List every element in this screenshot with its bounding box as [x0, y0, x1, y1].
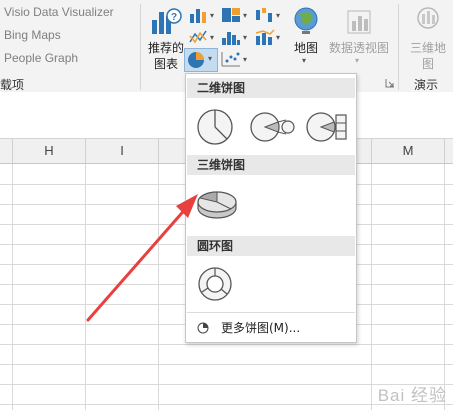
- watermark: Bai 经验: [377, 386, 447, 405]
- maps-label: 地图: [293, 41, 318, 55]
- column-header[interactable]: [0, 139, 13, 163]
- ribbon-separator: [398, 4, 399, 90]
- recommended-charts-label-1: 推荐的: [147, 41, 184, 55]
- threed-map-icon[interactable]: [414, 6, 442, 36]
- red-arrow-annotation: [86, 194, 198, 322]
- pivot-chart-label: 数据透视图: [328, 41, 389, 55]
- addins-group-label: 载项: [0, 78, 25, 92]
- pivot-chart-icon[interactable]: [345, 8, 373, 36]
- hierarchy-chart-icon[interactable]: [220, 6, 242, 24]
- menu-separator: [187, 312, 355, 313]
- pie-of-pie-icon[interactable]: [248, 106, 296, 148]
- chevron-down-icon[interactable]: ▾: [210, 33, 214, 42]
- addin-bing-maps[interactable]: Bing Maps: [4, 28, 61, 42]
- more-pie-charts-item[interactable]: 更多饼图(M)...: [187, 317, 355, 339]
- pie-chart-dropdown: 二维饼图 三维饼图 圆环图 更多饼图(M)...: [185, 73, 357, 343]
- chevron-down-icon: ▾: [208, 54, 213, 63]
- pie-chart-icon: [188, 52, 204, 68]
- pie-2d-icon[interactable]: [194, 106, 236, 148]
- combo-chart-icon[interactable]: [254, 28, 276, 46]
- dialog-launcher-icon[interactable]: [385, 78, 395, 88]
- scatter-chart-icon[interactable]: [220, 50, 242, 68]
- pie-chart-button[interactable]: ▾: [184, 48, 218, 72]
- chevron-down-icon[interactable]: ▾: [355, 56, 359, 65]
- chevron-down-icon[interactable]: ▾: [243, 55, 247, 64]
- chevron-down-icon[interactable]: ▾: [210, 11, 214, 20]
- recommended-charts-icon[interactable]: ?: [150, 6, 182, 36]
- threed-map-label-2: 图: [421, 57, 434, 71]
- section-3d-pie: 三维饼图: [187, 155, 355, 175]
- section-doughnut: 圆环图: [187, 236, 355, 256]
- recommended-charts-label-2: 图表: [153, 57, 178, 71]
- chevron-down-icon[interactable]: ▾: [243, 11, 247, 20]
- svg-text:?: ?: [171, 12, 177, 23]
- section-2d-pie: 二维饼图: [187, 78, 355, 98]
- waterfall-chart-icon[interactable]: [254, 6, 276, 24]
- ribbon-separator: [140, 4, 141, 90]
- column-header-h[interactable]: H: [13, 139, 86, 163]
- chevron-down-icon[interactable]: ▾: [276, 33, 280, 42]
- addin-people-graph[interactable]: People Graph: [4, 51, 78, 65]
- column-header-m[interactable]: M: [372, 139, 445, 163]
- threed-map-label-1: 三维地: [409, 41, 446, 55]
- column-header-i[interactable]: I: [86, 139, 159, 163]
- chevron-down-icon[interactable]: ▾: [243, 33, 247, 42]
- line-chart-icon[interactable]: [188, 28, 210, 46]
- globe-icon[interactable]: [292, 6, 320, 36]
- addin-visio-data-visualizer[interactable]: Visio Data Visualizer: [4, 5, 114, 19]
- bar-of-pie-icon[interactable]: [304, 106, 350, 148]
- statistic-chart-icon[interactable]: [220, 28, 242, 46]
- tours-group-label: 演示: [414, 78, 439, 92]
- more-pie-charts-label: 更多饼图(M)...: [221, 321, 301, 335]
- chevron-down-icon[interactable]: ▾: [276, 11, 280, 20]
- column-chart-icon[interactable]: [188, 6, 210, 24]
- chevron-down-icon[interactable]: ▾: [302, 56, 306, 65]
